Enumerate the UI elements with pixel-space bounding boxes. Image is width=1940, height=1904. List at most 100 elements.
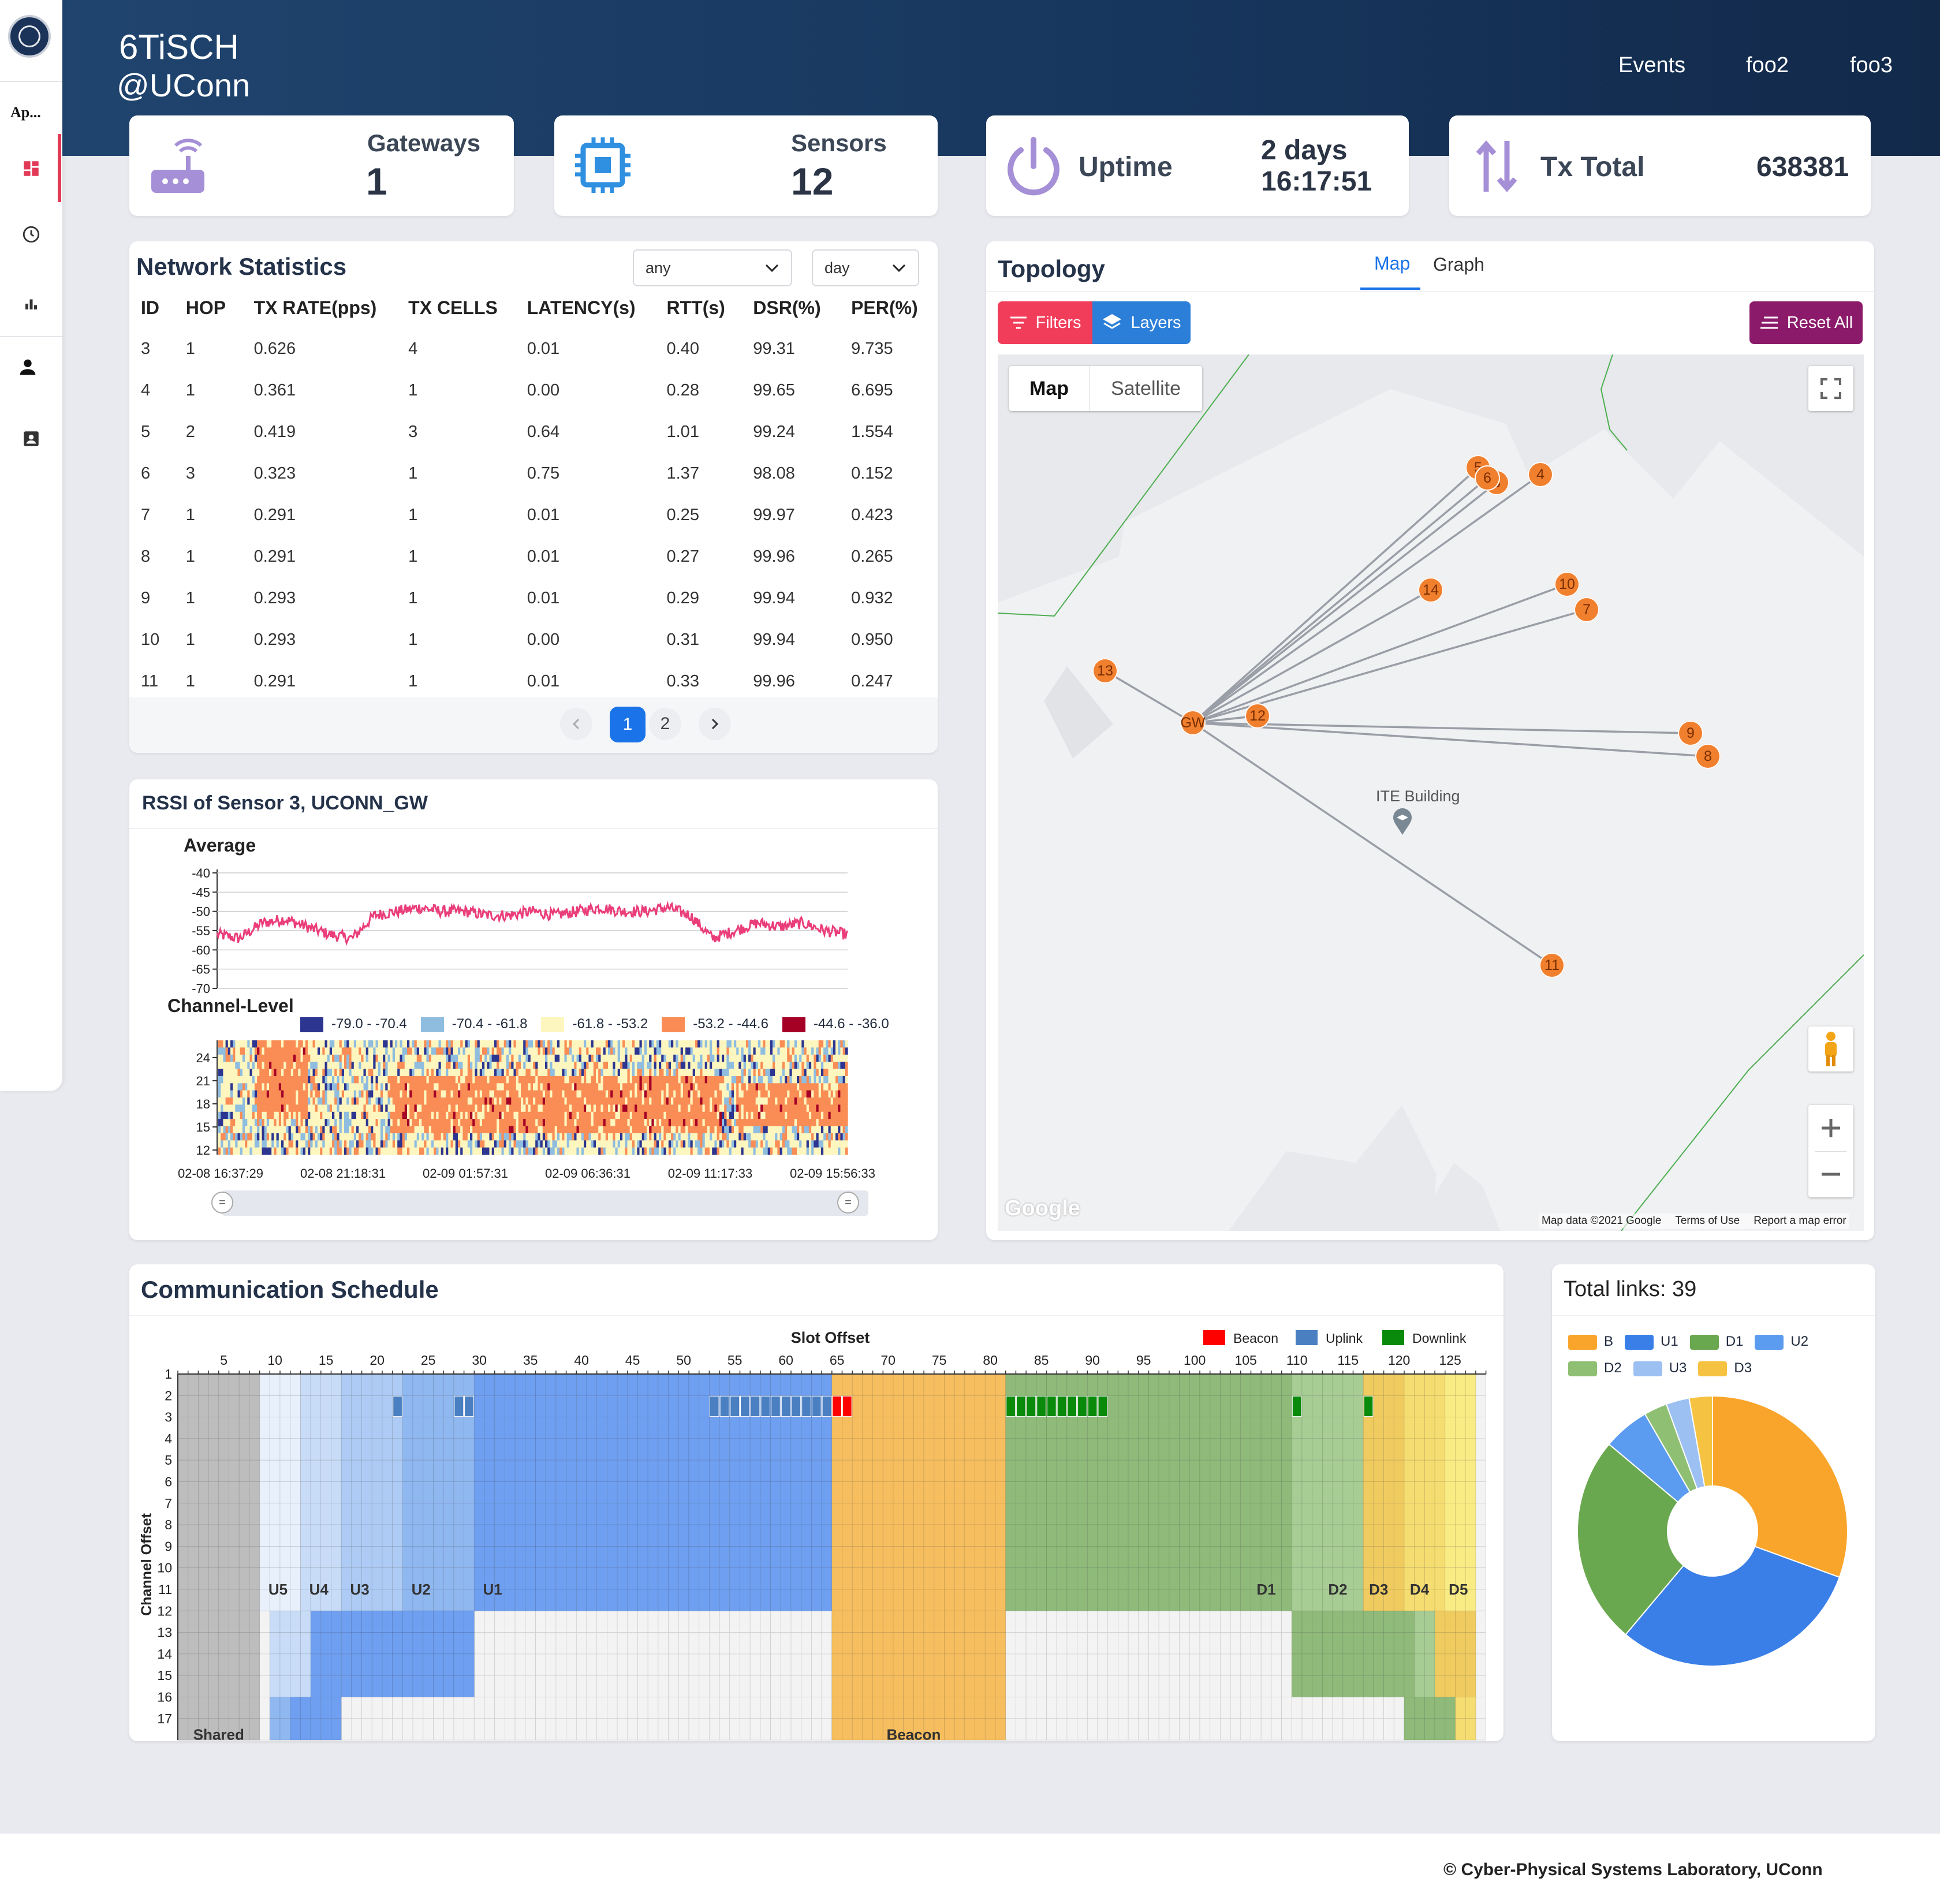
d-lower [1445,1697,1456,1719]
contact-card-icon[interactable] [20,427,43,450]
map-view[interactable]: GW34567891011121314 ITE Building Map Sat… [998,354,1864,1231]
column-header[interactable]: PER(%) [851,288,932,328]
d1-region [1025,1459,1037,1482]
sensor-node[interactable]: 6 [1475,465,1500,491]
table-row[interactable]: 7 1 0.291 1 0.01 0.25 99.97 0.423 [141,494,932,536]
sensor-node[interactable]: 10 [1554,572,1580,597]
time-range-select[interactable]: day [812,249,919,286]
d1-region [1179,1524,1190,1547]
d-lower [1363,1653,1374,1676]
d1-region [1005,1503,1016,1525]
d1-region [1025,1524,1037,1547]
column-header[interactable]: LATENCY(s) [527,288,667,328]
fullscreen-button[interactable] [1808,366,1853,411]
d2-region [1312,1503,1323,1525]
u1-region [586,1524,598,1547]
d1-region [1077,1417,1088,1439]
sensor-node[interactable]: 11 [1539,953,1565,978]
table-row[interactable]: 8 1 0.291 1 0.01 0.27 99.96 0.265 [141,536,932,577]
terms-of-use-link[interactable]: Terms of Use [1675,1215,1740,1227]
clock-icon[interactable] [20,223,43,246]
u1-region [637,1503,648,1525]
u4-region [331,1545,342,1569]
sensor-node[interactable]: 4 [1528,462,1553,487]
sensor-node[interactable]: 12 [1245,703,1270,729]
nav-events[interactable]: Events [1618,53,1685,78]
slider-left-handle[interactable]: = [211,1192,233,1214]
table-row[interactable]: 5 2 0.419 3 0.64 1.01 99.24 1.554 [141,411,932,453]
d1-region [1066,1545,1078,1569]
dashboard-icon[interactable] [20,157,43,180]
beacon-region [964,1632,976,1655]
beacon-region [831,1718,842,1741]
layers-button[interactable]: Layers [1092,301,1191,344]
table-cell: 0.27 [666,547,699,566]
tab-graph[interactable]: Graph [1433,254,1484,275]
table-row[interactable]: 10 1 0.293 1 0.00 0.31 99.94 0.950 [141,619,932,660]
tab-map[interactable]: Map [1374,253,1410,274]
u1-region [688,1524,700,1547]
column-header[interactable]: TX RATE(pps) [254,288,409,328]
filters-button[interactable]: Filters [998,301,1092,344]
zoom-out-button[interactable] [1808,1152,1853,1197]
slider-right-handle[interactable]: = [837,1192,859,1214]
column-header[interactable]: DSR(%) [753,288,851,328]
reset-all-button[interactable]: Reset All [1749,301,1863,344]
sensor-node[interactable]: 9 [1678,720,1703,746]
column-header[interactable]: HOP [186,288,254,328]
nav-foo3[interactable]: foo3 [1850,53,1893,78]
column-header[interactable]: RTT(s) [667,288,753,328]
bar-chart-icon[interactable] [20,292,43,315]
sensor-node[interactable]: 7 [1574,597,1599,622]
map-type-satellite[interactable]: Satellite [1090,366,1202,411]
d1-region [1016,1545,1027,1569]
d-lower [1373,1610,1384,1633]
report-map-error-link[interactable]: Report a map error [1754,1215,1846,1227]
table-row[interactable]: 9 1 0.293 1 0.01 0.29 99.94 0.932 [141,577,932,619]
d1-region [1087,1373,1098,1396]
d3-region [1393,1459,1405,1482]
u2-region [402,1459,413,1482]
d1-region [1118,1503,1129,1525]
d2-region [1322,1503,1333,1525]
next-page-button[interactable] [699,708,731,740]
person-icon[interactable] [16,356,39,379]
sensor-node[interactable]: 14 [1418,577,1443,603]
d1-region [1148,1545,1159,1569]
d1-region [1118,1373,1129,1396]
street-view-button[interactable] [1808,1026,1853,1072]
table-row[interactable]: 6 3 0.323 1 0.75 1.37 98.08 0.152 [141,453,932,494]
u5-lower [300,1632,311,1655]
hop-filter-select[interactable]: any [633,249,792,286]
zoom-in-button[interactable] [1808,1105,1853,1151]
map-type-map[interactable]: Map [1009,366,1090,411]
d2-region [1332,1503,1344,1525]
page-2-button[interactable]: 2 [649,708,681,740]
page-1-button[interactable]: 1 [610,707,646,742]
legend-swatch [1382,1330,1404,1345]
table-row[interactable]: 3 1 0.626 4 0.01 0.40 99.31 9.735 [141,328,932,369]
table-cell: 0.291 [253,547,296,566]
u1-region [627,1567,638,1590]
d1-region [1087,1567,1098,1590]
u2-region [464,1417,475,1439]
time-range-slider-track[interactable] [222,1190,868,1216]
d3-region [1363,1503,1374,1525]
gateway-node[interactable]: GW [1180,710,1206,736]
sensor-node[interactable]: 8 [1695,744,1721,769]
d1-region [1240,1545,1251,1569]
sensor-node[interactable]: 13 [1092,658,1118,684]
table-row[interactable]: 4 1 0.361 1 0.00 0.28 99.65 6.695 [141,369,932,411]
nav-foo2[interactable]: foo2 [1746,53,1789,78]
u1-region [678,1395,689,1418]
table-row[interactable]: 11 1 0.291 1 0.01 0.33 99.96 0.247 [141,660,932,702]
swap-vertical-icon [1475,136,1521,199]
prev-page-button[interactable] [560,708,592,740]
d1-region [1230,1438,1241,1461]
d1-region [1220,1417,1231,1439]
u5-region [279,1395,291,1418]
d2-region [1301,1438,1313,1461]
u1-region [555,1373,567,1396]
column-header[interactable]: TX CELLS [408,288,527,328]
column-header[interactable]: ID [141,288,186,328]
